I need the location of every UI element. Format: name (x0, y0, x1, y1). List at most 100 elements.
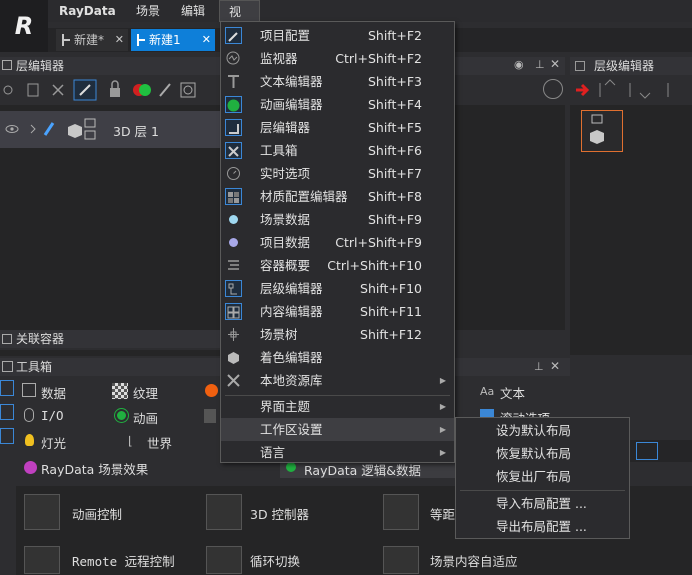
activity-icon[interactable] (543, 79, 563, 99)
submenu-item-set-default-layout[interactable]: 设为默认布局 (456, 419, 629, 442)
button-isometric[interactable]: 等距 (430, 504, 455, 523)
button-3d-controller[interactable]: 3D 控制器 (250, 504, 309, 523)
monitor-icon (225, 50, 242, 67)
tab-new1[interactable]: 新建1 ✕ (131, 29, 215, 51)
menu-view[interactable]: 视图 (219, 0, 260, 41)
tools-icon (225, 372, 242, 389)
menu-edit[interactable]: 编辑 (172, 0, 214, 22)
remote-control-icon[interactable] (24, 546, 60, 574)
submenu-arrow-icon: ▶ (439, 402, 446, 411)
toolbox-side-button[interactable] (0, 380, 14, 396)
side-tab-button[interactable] (636, 442, 658, 460)
eye-icon[interactable]: ◉ (514, 58, 524, 71)
toolbox-item-world[interactable]: 世界 (147, 433, 172, 452)
menu-item-label: 本地资源库 (260, 373, 323, 388)
texture-icon (112, 383, 128, 399)
menu-item-label: 监视器 (260, 51, 298, 66)
toolbox-side-button[interactable] (0, 428, 14, 444)
menu-item-label: 文本编辑器 (260, 74, 323, 89)
menu-item-scene-data[interactable]: 场景数据 Shift+F9 (221, 208, 454, 231)
layer-row[interactable]: 3D 层 1 (0, 111, 220, 148)
data-icon (22, 383, 36, 397)
submenu-arrow-icon: ▶ (439, 425, 446, 434)
hierarchy-node[interactable] (581, 110, 623, 152)
close-panel-icon[interactable]: ✕ (550, 57, 560, 71)
pin-icon[interactable]: ⊥ (534, 360, 544, 373)
hierarchy-toolbar-icons (576, 79, 669, 99)
layer-icon (225, 119, 242, 136)
menu-raydata[interactable]: RayData (50, 0, 125, 22)
content-fit-icon[interactable] (383, 546, 419, 574)
menu-item-hierarchy-editor[interactable]: 层级编辑器 Shift+F10 (221, 277, 454, 300)
submenu-item-import-layout[interactable]: 导入布局配置 ... (456, 492, 629, 515)
app-logo: R (0, 0, 48, 52)
menu-item-workspace-settings[interactable]: 工作区设置 ▶ (221, 418, 454, 441)
menu-item-label: 层级编辑器 (260, 281, 323, 296)
pin-icon[interactable]: ⊥ (535, 58, 545, 71)
menu-item-material-editor[interactable]: 材质配置编辑器 Shift+F8 (221, 185, 454, 208)
menu-item-label: 层编辑器 (260, 120, 311, 135)
dot-cyan-icon (225, 211, 242, 228)
menu-item-label: 容器概要 (260, 258, 311, 273)
menu-item-ui-theme[interactable]: 界面主题 ▶ (221, 395, 454, 418)
view-menu: 项目配置 Shift+F2 监视器 Ctrl+Shift+F2 文本编辑器 Sh… (220, 21, 455, 463)
panel-title: 层级编辑器 (594, 59, 655, 73)
animation-control-icon[interactable] (24, 494, 60, 530)
button-remote-control[interactable]: Remote 远程控制 (72, 551, 175, 570)
menu-item-language[interactable]: 语言 ▶ (221, 441, 454, 464)
submenu-item-export-layout[interactable]: 导出布局配置 ... (456, 515, 629, 538)
menu-item-toolbox[interactable]: 工具箱 Shift+F6 (221, 139, 454, 162)
submenu-item-restore-default-layout[interactable]: 恢复默认布局 (456, 442, 629, 465)
menu-item-text-editor[interactable]: 文本编辑器 Shift+F3 (221, 70, 454, 93)
menu-item-shader-editor[interactable]: 着色编辑器 (221, 346, 454, 369)
toolbox-item-data[interactable]: 数据 (41, 383, 66, 402)
menu-item-realtime-options[interactable]: 实时选项 Shift+F7 (221, 162, 454, 185)
toolbox-side-button[interactable] (0, 404, 14, 420)
toolbox-item-animation[interactable]: 动画 (133, 408, 158, 427)
menu-scene[interactable]: 场景 (127, 0, 169, 22)
menu-item-container-summary[interactable]: 容器概要 Ctrl+Shift+F10 (221, 254, 454, 277)
menu-item-shortcut: Shift+F12 (360, 327, 422, 342)
toolbox-item-text[interactable]: 文本 (500, 383, 525, 402)
box-icon (204, 409, 216, 423)
menu-item-shortcut: Ctrl+Shift+F2 (335, 51, 422, 66)
hierarchy-icon (225, 280, 242, 297)
menu-item-label: 界面主题 (260, 399, 311, 414)
orange-dot-icon (205, 384, 218, 397)
menu-item-local-library[interactable]: 本地资源库 ▶ (221, 369, 454, 392)
menu-item-shortcut: Shift+F5 (367, 120, 422, 135)
tab-new-modified[interactable]: 新建* ✕ (56, 29, 128, 51)
toolbox-item-io[interactable]: I/O (41, 408, 64, 423)
close-icon[interactable]: ✕ (115, 29, 124, 51)
material-icon (225, 188, 242, 205)
loop-switch-icon[interactable] (206, 546, 242, 574)
toolbox-item-light[interactable]: 灯光 (41, 433, 66, 452)
toolbox-item-texture[interactable]: 纹理 (133, 383, 158, 402)
menu-item-project-config[interactable]: 项目配置 Shift+F2 (221, 24, 454, 47)
pencil-icon (225, 27, 242, 44)
isometric-icon[interactable] (383, 494, 419, 530)
toolbox-item-scene-effect[interactable]: RayData 场景效果 (41, 459, 148, 478)
menu-item-animation-editor[interactable]: 动画编辑器 Shift+F4 (221, 93, 454, 116)
menu-item-project-data[interactable]: 项目数据 Ctrl+Shift+F9 (221, 231, 454, 254)
menu-item-label: 场景数据 (260, 212, 311, 227)
button-animation-control[interactable]: 动画控制 (72, 504, 122, 523)
tab-doc-icon (62, 34, 70, 46)
tab-label: 新建1 (149, 33, 181, 47)
animation-icon (225, 96, 242, 113)
tools-icon (2, 361, 13, 372)
button-loop-switch[interactable]: 循环切换 (250, 551, 300, 570)
menu-item-label: 语言 (260, 445, 286, 460)
submenu-item-restore-factory-layout[interactable]: 恢复出厂布局 (456, 465, 629, 488)
menu-item-layer-editor[interactable]: 层编辑器 Shift+F5 (221, 116, 454, 139)
close-panel-icon[interactable]: ✕ (550, 359, 560, 373)
3d-controller-icon[interactable] (206, 494, 242, 530)
list-icon (225, 257, 242, 274)
button-content-fit[interactable]: 场景内容自适应 (430, 551, 518, 570)
menu-item-shortcut: Shift+F9 (367, 212, 422, 227)
menu-item-label: 内容编辑器 (260, 304, 323, 319)
menu-item-content-editor[interactable]: 内容编辑器 Shift+F11 (221, 300, 454, 323)
menu-item-scene-tree[interactable]: 场景树 Shift+F12 (221, 323, 454, 346)
close-icon[interactable]: ✕ (202, 29, 211, 51)
menu-item-monitor[interactable]: 监视器 Ctrl+Shift+F2 (221, 47, 454, 70)
